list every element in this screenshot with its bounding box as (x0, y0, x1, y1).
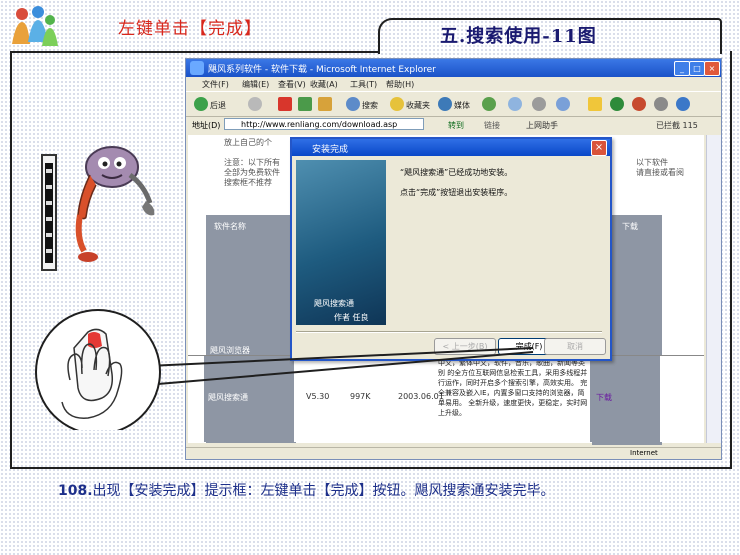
panel-divider (10, 51, 380, 53)
menu-favorites[interactable]: 收藏(A) (310, 79, 338, 90)
vertical-scrollbar[interactable] (706, 135, 721, 443)
addon-label[interactable]: 上网助手 (526, 120, 558, 131)
menu-edit[interactable]: 编辑(E) (242, 79, 269, 90)
step-caption: 108.出现【安装完成】提示框：左键单击【完成】按钮。飓风搜索通安装完毕。 (58, 480, 555, 500)
home-icon[interactable] (318, 97, 332, 111)
standard-toolbar: 后退 搜索 收藏夹 媒体 (186, 91, 721, 117)
forward-icon[interactable] (248, 97, 262, 111)
ie-window-title: 飓风系列软件 - 软件下载 - Microsoft Internet Explo… (208, 65, 436, 75)
dialog-title: 安装完成 (312, 145, 349, 155)
status-bar: Internet (186, 447, 721, 459)
cancel-button[interactable]: 取消 (544, 338, 606, 355)
search-icon[interactable] (346, 97, 360, 111)
favorites-star-icon[interactable] (390, 97, 404, 111)
print-icon[interactable] (532, 97, 546, 111)
dialog-message-1: “飓风搜索通”已经成功地安装。 (400, 168, 513, 177)
mail-icon[interactable] (508, 97, 522, 111)
step-number: 108. (58, 483, 93, 499)
dialog-title-bar: 安装完成 × (292, 139, 610, 156)
table-header-cell: 软件名称 (206, 215, 296, 273)
menu-tools[interactable]: 工具(T) (350, 79, 377, 90)
search-button-label[interactable]: 搜索 (362, 100, 378, 111)
step-text: 出现【安装完成】提示框：左键单击【完成】按钮。飓风搜索通安装完毕。 (92, 483, 555, 499)
section-title: 五.搜索使用-11图 (440, 26, 597, 47)
logo-people-icon (12, 6, 58, 46)
row2-download-link[interactable]: 下载 (596, 392, 612, 403)
address-label: 地址(D) (192, 121, 221, 130)
dialog-close-icon[interactable]: × (591, 140, 607, 156)
page-line-1: 放上自己的个 (224, 138, 272, 147)
media-button-label[interactable]: 媒体 (454, 100, 470, 111)
page-line-4: 搜索框不推荐 (224, 178, 272, 187)
windows-icon[interactable] (676, 97, 690, 111)
menu-view[interactable]: 查看(V) (278, 79, 306, 90)
instruction-title: 左键单击【完成】 (118, 19, 262, 39)
col-software-name: 软件名称 (214, 222, 246, 231)
dialog-message-2: 点击“完成”按钮退出安装程序。 (400, 188, 513, 197)
favorites-button-label[interactable]: 收藏夹 (406, 100, 430, 111)
page-right-2: 请直接或看阅 (636, 168, 684, 177)
folder-icon[interactable] (588, 97, 602, 111)
edit-icon[interactable] (556, 97, 570, 111)
history-icon[interactable] (482, 97, 496, 111)
blocked-count: 已拦截 115 (656, 121, 698, 130)
stop-icon[interactable] (278, 97, 292, 111)
ie-logo-icon (190, 61, 204, 75)
address-input[interactable]: http://www.renliang.com/download.asp (224, 118, 424, 130)
col-download: 下载 (622, 222, 638, 231)
back-icon[interactable] (194, 97, 208, 111)
address-bar: 地址(D) http://www.renliang.com/download.a… (186, 117, 721, 133)
status-zone-label: Internet (630, 449, 658, 457)
close-icon[interactable]: × (704, 61, 720, 76)
media-icon[interactable] (438, 97, 452, 111)
links-label[interactable]: 链接 (484, 120, 500, 131)
menu-help[interactable]: 帮助(H) (386, 79, 414, 90)
messenger-icon[interactable] (610, 97, 624, 111)
menu-bar: 文件(F) 编辑(E) 查看(V) 收藏(A) 工具(T) 帮助(H) (186, 77, 721, 91)
maximize-icon[interactable]: □ (689, 61, 705, 76)
refresh-icon[interactable] (298, 97, 312, 111)
menu-file[interactable]: 文件(F) (202, 79, 229, 90)
tool-icon[interactable] (632, 97, 646, 111)
mouse-click-callout (35, 309, 534, 430)
robot-mascot-icon (41, 146, 155, 271)
ie-title-bar: 飓风系列软件 - 软件下载 - Microsoft Internet Explo… (186, 59, 721, 77)
go-button[interactable]: 转到 (448, 120, 464, 131)
back-button-label[interactable]: 后退 (210, 100, 226, 111)
settings-gear-icon[interactable] (654, 97, 668, 111)
minimize-icon[interactable]: _ (674, 61, 690, 76)
